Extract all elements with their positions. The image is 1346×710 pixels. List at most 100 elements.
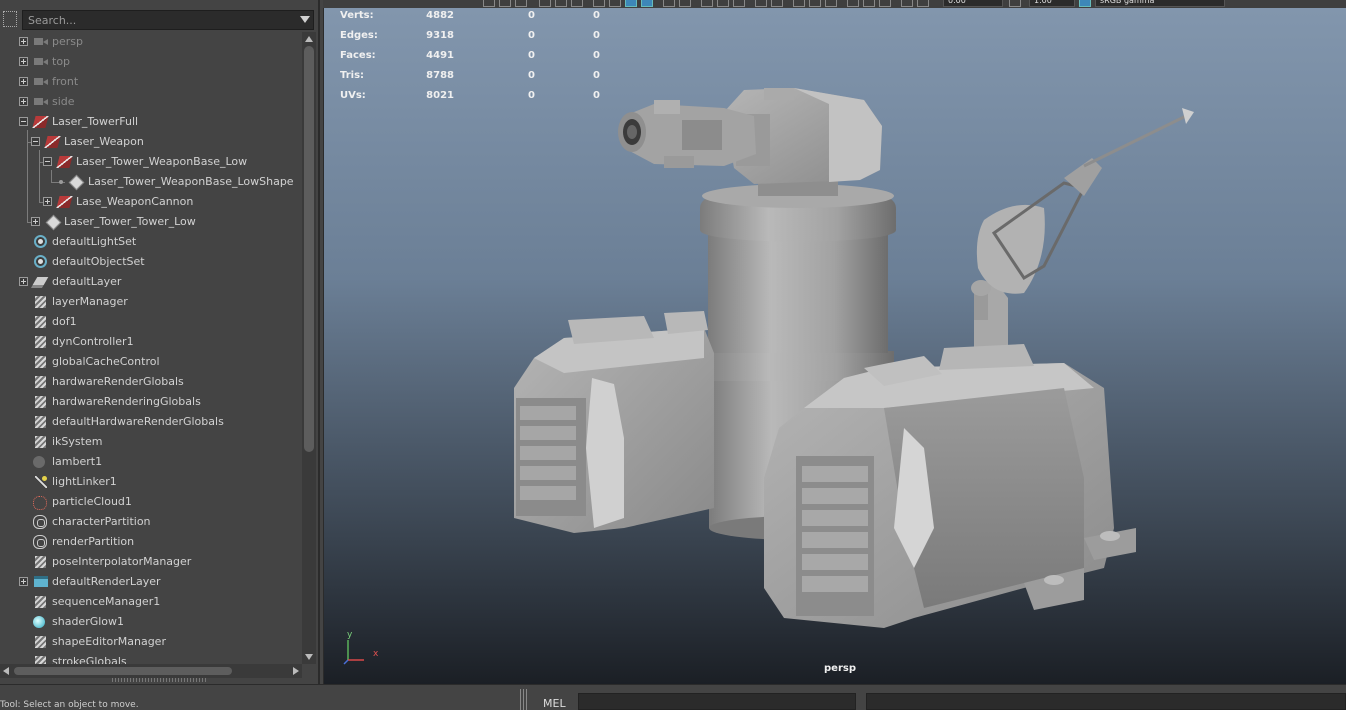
toolbar-button[interactable] — [701, 0, 713, 7]
outliner-item-defaultlightset[interactable]: defaultLightSet — [0, 232, 300, 252]
outliner-item-strokeglobals[interactable]: strokeGlobals — [0, 652, 300, 664]
toolbar-button[interactable] — [539, 0, 551, 7]
toolbar-button[interactable] — [571, 0, 583, 7]
exposure-field[interactable]: 0.00 — [943, 0, 1003, 7]
search-input[interactable] — [22, 10, 314, 30]
radar-dish — [971, 108, 1194, 320]
expand-icon[interactable] — [43, 197, 52, 206]
outliner-item-top[interactable]: top — [0, 52, 300, 72]
toolbar-button[interactable] — [483, 0, 495, 7]
toolbar-button[interactable] — [793, 0, 805, 7]
outliner-item-shapeeditormanager[interactable]: shapeEditorManager — [0, 632, 300, 652]
collapse-icon[interactable] — [19, 117, 28, 126]
3d-viewport[interactable]: Verts: 4882 0 0 Edges: 9318 0 0 Faces: 4… — [323, 8, 1346, 684]
scrollbar-thumb[interactable] — [304, 46, 314, 452]
shader-glow-icon — [31, 615, 47, 629]
toolbar-button[interactable] — [901, 0, 913, 7]
outliner-item-lightlinker1[interactable]: lightLinker1 — [0, 472, 300, 492]
outliner-item-layermanager[interactable]: layerManager — [0, 292, 300, 312]
expand-icon[interactable] — [19, 577, 28, 586]
search-dropdown-arrow-icon[interactable] — [300, 16, 310, 23]
toolbar-button[interactable] — [625, 0, 637, 7]
toolbar-button[interactable] — [515, 0, 527, 7]
toolbar-button[interactable] — [917, 0, 929, 7]
outliner-item-label: lambert1 — [52, 455, 103, 468]
hud-value: 0 — [593, 30, 600, 41]
toolbar-button[interactable] — [1009, 0, 1021, 7]
outliner-item-poseinterpolatormanager[interactable]: poseInterpolatorManager — [0, 552, 300, 572]
outliner-item-persp[interactable]: persp — [0, 32, 300, 52]
expand-icon[interactable] — [19, 77, 28, 86]
outliner-item-hardwarerenderingglobals[interactable]: hardwareRenderingGlobals — [0, 392, 300, 412]
outliner-vertical-scrollbar[interactable] — [302, 32, 316, 664]
panel-resize-grip[interactable] — [112, 678, 208, 682]
outliner-item-lambert1[interactable]: lambert1 — [0, 452, 300, 472]
collapse-icon[interactable] — [31, 137, 40, 146]
layer-icon — [32, 275, 49, 289]
toolbar-button[interactable] — [609, 0, 621, 7]
outliner-item-laser-weapon[interactable]: Laser_Weapon — [0, 132, 300, 152]
toolbar-button[interactable] — [641, 0, 653, 7]
filter-icon[interactable] — [3, 11, 17, 27]
outliner-item-label: globalCacheControl — [52, 355, 160, 368]
expand-icon[interactable] — [19, 37, 28, 46]
command-input[interactable] — [578, 693, 856, 710]
outliner-item-dyncontroller1[interactable]: dynController1 — [0, 332, 300, 352]
toolbar-button[interactable] — [593, 0, 605, 7]
outliner-item-defaultlayer[interactable]: defaultLayer — [0, 272, 300, 292]
outliner-item-sequencemanager1[interactable]: sequenceManager1 — [0, 592, 300, 612]
outliner-item-globalcachecontrol[interactable]: globalCacheControl — [0, 352, 300, 372]
toolbar-button[interactable] — [825, 0, 837, 7]
outliner-item-iksystem[interactable]: ikSystem — [0, 432, 300, 452]
toolbar-button[interactable] — [679, 0, 691, 7]
toolbar-button[interactable] — [663, 0, 675, 7]
outliner-item-front[interactable]: front — [0, 72, 300, 92]
collapse-icon[interactable] — [43, 157, 52, 166]
outliner-item-laser-towerfull[interactable]: Laser_TowerFull — [0, 112, 300, 132]
outliner-item-particlecloud1[interactable]: particleCloud1 — [0, 492, 300, 512]
outliner-item-label: defaultObjectSet — [52, 255, 145, 268]
expand-icon[interactable] — [19, 277, 28, 286]
outliner-item-defaulthardwarerenderglobals[interactable]: defaultHardwareRenderGlobals — [0, 412, 300, 432]
outliner-item-label: hardwareRenderGlobals — [52, 375, 184, 388]
node-icon — [33, 375, 49, 389]
gamma-field[interactable]: 1.00 — [1029, 0, 1075, 7]
outliner-horizontal-scrollbar[interactable] — [0, 664, 302, 678]
toolbar-button[interactable] — [847, 0, 859, 7]
outliner-item-renderpartition[interactable]: renderPartition — [0, 532, 300, 552]
toolbar-button[interactable] — [755, 0, 767, 7]
toolbar-button[interactable] — [809, 0, 821, 7]
outliner-item-laser-tower-tower-low[interactable]: Laser_Tower_Tower_Low — [0, 212, 300, 232]
axis-y-label: y — [347, 630, 353, 640]
outliner-item-laser-tower-weaponbase-lowshape[interactable]: Laser_Tower_WeaponBase_LowShape — [0, 172, 300, 192]
outliner-item-defaultrenderlayer[interactable]: defaultRenderLayer — [0, 572, 300, 592]
toolbar-button[interactable] — [717, 0, 729, 7]
outliner-item-laser-tower-weaponbase-low[interactable]: Laser_Tower_WeaponBase_Low — [0, 152, 300, 172]
outliner-item-characterpartition[interactable]: characterPartition — [0, 512, 300, 532]
scroll-left-arrow-icon[interactable] — [3, 667, 9, 675]
toolbar-button[interactable] — [771, 0, 783, 7]
scrollbar-thumb[interactable] — [14, 667, 232, 675]
scroll-up-arrow-icon[interactable] — [305, 36, 313, 42]
bar-resize-grip[interactable] — [520, 689, 527, 710]
script-language-toggle[interactable]: MEL — [543, 697, 566, 710]
hud-value: 8021 — [426, 90, 454, 101]
color-space-dropdown[interactable]: sRGB gamma — [1095, 0, 1225, 7]
color-management-icon[interactable] — [1079, 0, 1091, 7]
outliner-item-lase-weaponcannon[interactable]: Lase_WeaponCannon — [0, 192, 300, 212]
expand-icon[interactable] — [19, 97, 28, 106]
expand-icon[interactable] — [19, 57, 28, 66]
outliner-item-defaultobjectset[interactable]: defaultObjectSet — [0, 252, 300, 272]
toolbar-button[interactable] — [499, 0, 511, 7]
scroll-down-arrow-icon[interactable] — [305, 654, 313, 660]
toolbar-button[interactable] — [555, 0, 567, 7]
outliner-item-shaderglow1[interactable]: shaderGlow1 — [0, 612, 300, 632]
outliner-item-dof1[interactable]: dof1 — [0, 312, 300, 332]
scroll-right-arrow-icon[interactable] — [293, 667, 299, 675]
toolbar-button[interactable] — [733, 0, 745, 7]
expand-icon[interactable] — [31, 217, 40, 226]
outliner-item-side[interactable]: side — [0, 92, 300, 112]
outliner-item-hardwarerenderglobals[interactable]: hardwareRenderGlobals — [0, 372, 300, 392]
toolbar-button[interactable] — [879, 0, 891, 7]
toolbar-button[interactable] — [863, 0, 875, 7]
